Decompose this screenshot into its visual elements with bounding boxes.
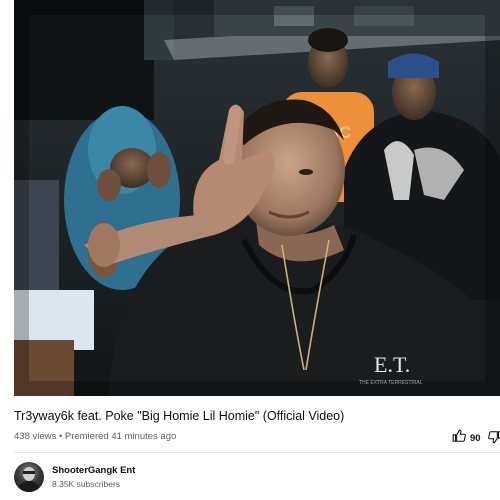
subscriber-count: 8.35K subscribers [52,479,121,489]
like-count: 90 [470,432,481,444]
thumbs-up-icon [452,429,466,448]
channel-avatar[interactable] [14,462,44,492]
like-button[interactable]: 90 [452,429,481,448]
channel-name[interactable]: ShooterGangk Ent [52,465,135,476]
video-meta: 438 views • Premiered 41 minutes ago [14,431,176,442]
video-player[interactable]: NESC E.T. THE EXTRA TERRESTRIAL [14,0,500,396]
video-title: Tr3yway6k feat. Poke "Big Homie Lil Homi… [14,409,345,423]
avatar-image [17,467,41,492]
shirt-print: E.T. [374,352,410,377]
meta-separator: • [58,431,63,442]
thumbs-down-icon [488,431,500,446]
video-frame: NESC E.T. THE EXTRA TERRESTRIAL [14,0,500,396]
divider [14,452,500,453]
view-count: 438 views [14,431,57,442]
dislike-button[interactable] [488,430,500,446]
premiere-time: Premiered 41 minutes ago [64,431,177,442]
